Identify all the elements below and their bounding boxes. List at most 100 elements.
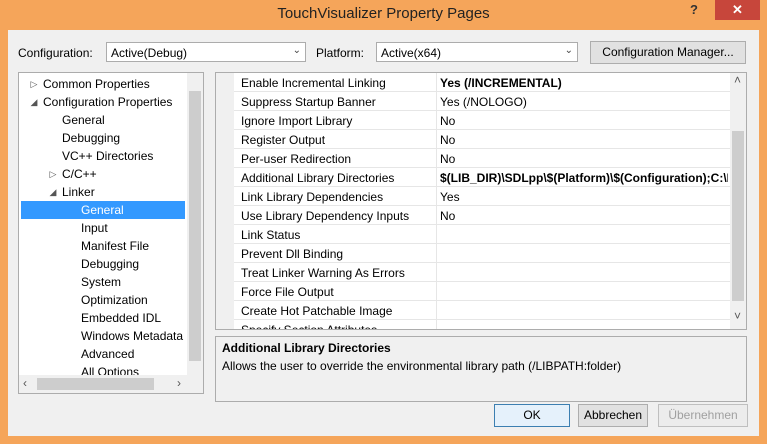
property-row[interactable]: Create Hot Patchable Image <box>234 301 730 320</box>
tree-item[interactable]: Debugging <box>19 255 187 273</box>
column-divider <box>436 225 437 243</box>
property-row[interactable]: Prevent Dll Binding <box>234 244 730 263</box>
tree-item[interactable]: ▷ C/C++ <box>19 165 187 183</box>
property-name: Create Hot Patchable Image <box>241 304 393 318</box>
tree-horizontal-scrollbar[interactable]: ‹ › <box>19 375 203 393</box>
property-name: Link Library Dependencies <box>241 190 384 204</box>
tree-item-label: VC++ Directories <box>62 149 154 163</box>
close-button[interactable]: ✕ <box>715 0 760 20</box>
property-value[interactable]: Yes <box>440 190 728 204</box>
property-row[interactable]: Link Status <box>234 225 730 244</box>
scroll-down-icon[interactable]: ˅ <box>734 309 741 323</box>
column-divider <box>436 320 437 329</box>
tree-vertical-scrollbar[interactable] <box>187 73 203 375</box>
property-row[interactable]: Per-user Redirection No <box>234 149 730 168</box>
property-value[interactable]: Yes (/INCREMENTAL) <box>440 76 728 90</box>
property-name: Register Output <box>241 133 326 147</box>
property-row[interactable]: Use Library Dependency Inputs No <box>234 206 730 225</box>
property-name: Per-user Redirection <box>241 152 352 166</box>
property-name: Ignore Import Library <box>241 114 353 128</box>
tree-scroll-thumb[interactable] <box>189 91 201 361</box>
property-row[interactable]: Treat Linker Warning As Errors <box>234 263 730 282</box>
property-row[interactable]: Additional Library Directories $(LIB_DIR)… <box>234 168 730 187</box>
tree-item[interactable]: ◢ Configuration Properties <box>19 93 187 111</box>
property-value[interactable]: Yes (/NOLOGO) <box>440 95 728 109</box>
cancel-button[interactable]: Abbrechen <box>578 404 648 427</box>
property-grid: Enable Incremental Linking Yes (/INCREMEN… <box>215 72 747 330</box>
configuration-manager-button[interactable]: Configuration Manager... <box>590 41 746 64</box>
scroll-left-icon[interactable]: ‹ <box>23 376 27 390</box>
tree-item[interactable]: Debugging <box>19 129 187 147</box>
expand-icon[interactable]: ▷ <box>29 75 39 93</box>
platform-value: Active(x64) <box>381 46 442 60</box>
tree-item[interactable]: Advanced <box>19 345 187 363</box>
property-name: Prevent Dll Binding <box>241 247 344 261</box>
tree-item[interactable]: ◢ Linker <box>19 183 187 201</box>
property-name: Enable Incremental Linking <box>241 76 386 90</box>
tree-item[interactable]: Input <box>19 219 187 237</box>
property-value[interactable]: No <box>440 152 728 166</box>
property-value[interactable]: No <box>440 209 728 223</box>
description-text: Allows the user to override the environm… <box>222 359 622 373</box>
help-button[interactable]: ? <box>679 0 709 20</box>
ok-button[interactable]: OK <box>494 404 570 427</box>
column-divider <box>436 111 437 129</box>
tree-item[interactable]: General <box>21 201 185 219</box>
property-value[interactable]: No <box>440 133 728 147</box>
title-bar[interactable]: TouchVisualizer Property Pages ? ✕ <box>0 0 767 30</box>
scroll-up-icon[interactable]: ˄ <box>734 73 741 87</box>
tree-item-label: General <box>81 203 124 217</box>
property-row[interactable]: Enable Incremental Linking Yes (/INCREMEN… <box>234 73 730 92</box>
platform-label: Platform: <box>316 46 365 60</box>
property-row[interactable]: Register Output No <box>234 130 730 149</box>
expand-icon[interactable]: ▷ <box>48 165 58 183</box>
tree-item[interactable]: VC++ Directories <box>19 147 187 165</box>
column-divider <box>436 92 437 110</box>
property-value[interactable]: $(LIB_DIR)\SDLpp\$(Platform)\$(Configura… <box>440 171 728 185</box>
property-pages-window: TouchVisualizer Property Pages ? ✕ Confi… <box>0 0 767 444</box>
apply-button[interactable]: Übernehmen <box>658 404 748 427</box>
tree-item-label: Advanced <box>81 347 135 361</box>
tree-item[interactable]: ▷ Common Properties <box>19 75 187 93</box>
column-divider <box>436 149 437 167</box>
property-name: Use Library Dependency Inputs <box>241 209 410 223</box>
property-row[interactable]: Ignore Import Library No <box>234 111 730 130</box>
column-divider <box>436 244 437 262</box>
column-divider <box>436 206 437 224</box>
property-row[interactable]: Link Library Dependencies Yes <box>234 187 730 206</box>
tree-item-label: Optimization <box>81 293 148 307</box>
configuration-value: Active(Debug) <box>111 46 188 60</box>
property-row[interactable]: Suppress Startup Banner Yes (/NOLOGO) <box>234 92 730 111</box>
property-name: Treat Linker Warning As Errors <box>241 266 405 280</box>
grid-scroll-thumb[interactable] <box>732 131 744 301</box>
grid-vertical-scrollbar[interactable]: ˄ ˅ <box>730 73 746 329</box>
grid-gutter <box>216 73 234 329</box>
tree-item[interactable]: Embedded IDL <box>19 309 187 327</box>
tree-item[interactable]: Optimization <box>19 291 187 309</box>
tree-item[interactable]: General <box>19 111 187 129</box>
tree-hscroll-thumb[interactable] <box>37 378 154 390</box>
property-row[interactable]: Specify Section Attributes <box>234 320 730 329</box>
column-divider <box>436 73 437 91</box>
tree-item[interactable]: System <box>19 273 187 291</box>
tree-item-label: Common Properties <box>43 77 150 91</box>
property-row[interactable]: Force File Output <box>234 282 730 301</box>
collapse-icon[interactable]: ◢ <box>48 183 58 201</box>
scroll-right-icon[interactable]: › <box>177 376 181 390</box>
chevron-down-icon: ⌄ <box>292 45 301 56</box>
property-name: Link Status <box>241 228 301 242</box>
tree-item-label: Windows Metadata <box>81 329 184 343</box>
platform-dropdown[interactable]: Active(x64) ⌄ <box>376 42 578 62</box>
chevron-down-icon: ⌄ <box>564 45 573 56</box>
property-name: Suppress Startup Banner <box>241 95 376 109</box>
tree-item-label: Embedded IDL <box>81 311 162 325</box>
configuration-label: Configuration: <box>18 46 93 60</box>
tree-item-label: Manifest File <box>81 239 150 253</box>
property-tree: ▷ Common Properties ◢ Configuration Propert… <box>18 72 204 394</box>
column-divider <box>436 187 437 205</box>
collapse-icon[interactable]: ◢ <box>29 93 39 111</box>
configuration-dropdown[interactable]: Active(Debug) ⌄ <box>106 42 306 62</box>
tree-item[interactable]: Windows Metadata <box>19 327 187 345</box>
property-value[interactable]: No <box>440 114 728 128</box>
tree-item[interactable]: Manifest File <box>19 237 187 255</box>
